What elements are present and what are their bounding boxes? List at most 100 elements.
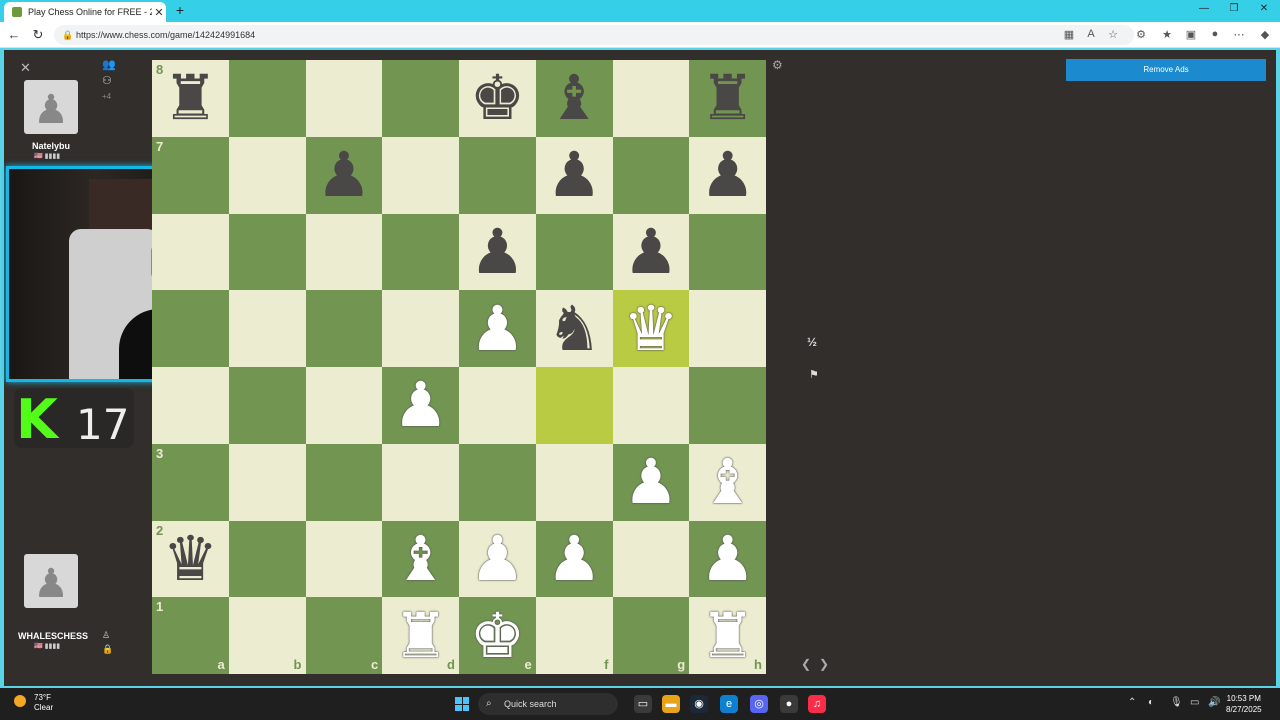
obs-icon[interactable]: ● bbox=[780, 695, 798, 713]
chess-board[interactable]: 8 7 3 2 1 a b c d e f g h ♜ ♚ ♝ ♜ ♟ ♟ ♟ ♟ ♟ ♟ ♞ ♛ ♟ ♟ ♝ ♛ ♝ ♟ ♟ ♟ ♜ ♚ ♜ bbox=[152, 60, 766, 674]
close-icon[interactable]: ✕ bbox=[20, 60, 31, 76]
square-d3[interactable] bbox=[382, 443, 459, 521]
friends-icon[interactable]: ⚇ bbox=[102, 74, 112, 87]
remove-ads-button[interactable]: Remove Ads bbox=[1066, 59, 1266, 81]
display-icon[interactable]: ▭ bbox=[1190, 697, 1199, 708]
piece-e6[interactable]: ♟ bbox=[459, 214, 536, 291]
profile-icon[interactable]: ● bbox=[1208, 28, 1222, 40]
piece-e5[interactable]: ♟ bbox=[459, 290, 536, 367]
square-g4[interactable] bbox=[612, 367, 690, 444]
system-clock[interactable]: 10:53 PM 8/27/2025 bbox=[1226, 693, 1262, 715]
tab-close-button[interactable]: ✕ bbox=[152, 6, 166, 19]
square-d5[interactable] bbox=[382, 290, 459, 367]
bottom-player-avatar[interactable]: ♟ bbox=[24, 554, 78, 608]
piece-h1[interactable]: ♜ bbox=[689, 597, 766, 674]
windows-start-icon[interactable] bbox=[455, 697, 469, 711]
resign-flag-icon[interactable]: ⚑ bbox=[809, 368, 819, 381]
settings-gear-icon[interactable]: ⚙ bbox=[772, 58, 783, 72]
square-c3[interactable] bbox=[305, 443, 383, 521]
piece-e8[interactable]: ♚ bbox=[459, 60, 536, 137]
players-icon[interactable]: 👥 bbox=[102, 58, 116, 71]
task-view-icon[interactable]: ▭ bbox=[634, 695, 652, 713]
piece-g5[interactable]: ♛ bbox=[613, 290, 690, 367]
piece-f2[interactable]: ♟ bbox=[536, 521, 613, 598]
music-icon[interactable]: ♫ bbox=[808, 695, 826, 713]
microphone-icon[interactable]: 🎙 bbox=[1170, 697, 1183, 708]
square-b1[interactable]: b bbox=[228, 597, 306, 674]
piece-d4[interactable]: ♟ bbox=[382, 367, 459, 444]
favorites-icon[interactable]: ★ bbox=[1160, 28, 1174, 41]
square-b8[interactable] bbox=[228, 60, 306, 137]
next-move-icon[interactable]: ❯ bbox=[819, 657, 829, 671]
square-h4[interactable] bbox=[689, 367, 766, 444]
maximize-icon[interactable]: ❐ bbox=[1226, 3, 1242, 14]
piece-f8[interactable]: ♝ bbox=[536, 60, 613, 137]
piece-g6[interactable]: ♟ bbox=[613, 214, 690, 291]
square-c8[interactable] bbox=[305, 60, 383, 137]
piece-a2[interactable]: ♛ bbox=[152, 521, 229, 598]
tab-chess[interactable]: Play Chess Online for FREE - 2 Pla ✕ bbox=[4, 2, 166, 22]
square-b6[interactable] bbox=[228, 213, 306, 291]
square-f6[interactable] bbox=[535, 213, 613, 291]
piece-h3[interactable]: ♝ bbox=[689, 444, 766, 521]
top-player-name[interactable]: Natelybu bbox=[32, 141, 70, 151]
new-tab-button[interactable]: + bbox=[172, 2, 188, 20]
square-e7[interactable] bbox=[459, 136, 536, 214]
piece-c7[interactable]: ♟ bbox=[306, 137, 383, 214]
square-f3[interactable] bbox=[535, 443, 613, 521]
piece-f7[interactable]: ♟ bbox=[536, 137, 613, 214]
top-player-avatar[interactable]: ♟ bbox=[24, 80, 78, 134]
square-e4[interactable] bbox=[459, 367, 536, 444]
more-menu-icon[interactable]: ⋯ bbox=[1232, 28, 1246, 41]
square-b4[interactable] bbox=[228, 367, 306, 444]
square-a6[interactable] bbox=[152, 213, 229, 291]
discord-icon[interactable]: ◎ bbox=[750, 695, 768, 713]
extensions-icon[interactable]: ⚙ bbox=[1134, 28, 1148, 41]
copilot-icon[interactable]: ◆ bbox=[1258, 28, 1272, 41]
square-c5[interactable] bbox=[305, 290, 383, 367]
square-h6[interactable] bbox=[689, 213, 766, 291]
square-c4[interactable] bbox=[305, 367, 383, 444]
read-aloud-icon[interactable]: A bbox=[1084, 28, 1098, 40]
square-a5[interactable] bbox=[152, 290, 229, 367]
piece-h7[interactable]: ♟ bbox=[689, 137, 766, 214]
square-b5[interactable] bbox=[228, 290, 306, 367]
square-g7[interactable] bbox=[612, 136, 690, 214]
piece-d2[interactable]: ♝ bbox=[382, 521, 459, 598]
url-field[interactable]: 🔒 https://www.chess.com/game/14242499168… bbox=[54, 25, 1134, 45]
square-f1[interactable]: f bbox=[535, 597, 613, 674]
collections-icon[interactable]: ▣ bbox=[1184, 28, 1198, 41]
tray-chevron-icon[interactable]: ⌃ bbox=[1128, 697, 1136, 708]
square-a4[interactable] bbox=[152, 367, 229, 444]
piece-f5[interactable]: ♞ bbox=[536, 290, 613, 367]
square-h5[interactable] bbox=[689, 290, 766, 367]
square-g2[interactable] bbox=[612, 520, 690, 598]
square-d8[interactable] bbox=[382, 60, 459, 137]
square-d6[interactable] bbox=[382, 213, 459, 291]
prev-move-icon[interactable]: ❮ bbox=[801, 657, 811, 671]
piece-d1[interactable]: ♜ bbox=[382, 597, 459, 674]
favorite-star-icon[interactable]: ☆ bbox=[1106, 28, 1120, 41]
piece-e1[interactable]: ♚ bbox=[459, 597, 536, 674]
app-icon[interactable]: ▦ bbox=[1062, 28, 1076, 41]
square-c1[interactable]: c bbox=[305, 597, 383, 674]
square-a7[interactable]: 7 bbox=[152, 136, 229, 214]
piece-h2[interactable]: ♟ bbox=[689, 521, 766, 598]
square-c2[interactable] bbox=[305, 520, 383, 598]
square-b7[interactable] bbox=[228, 136, 306, 214]
file-explorer-icon[interactable]: ▬ bbox=[662, 695, 680, 713]
piece-h8[interactable]: ♜ bbox=[689, 60, 766, 137]
square-b3[interactable] bbox=[228, 443, 306, 521]
back-icon[interactable]: ← bbox=[6, 27, 22, 42]
edge-icon[interactable]: e bbox=[720, 695, 738, 713]
square-g8[interactable] bbox=[612, 60, 690, 137]
volume-icon[interactable]: 🔊 bbox=[1208, 697, 1220, 708]
minimize-icon[interactable]: — bbox=[1196, 3, 1212, 14]
piece-g3[interactable]: ♟ bbox=[613, 444, 690, 521]
steam-icon[interactable]: ◉ bbox=[690, 695, 708, 713]
square-e3[interactable] bbox=[459, 443, 536, 521]
piece-a8[interactable]: ♜ bbox=[152, 60, 229, 137]
square-a3[interactable]: 3 bbox=[152, 443, 229, 521]
bottom-player-name[interactable]: WHALESCHESS bbox=[18, 631, 88, 641]
square-g1[interactable]: g bbox=[612, 597, 690, 674]
